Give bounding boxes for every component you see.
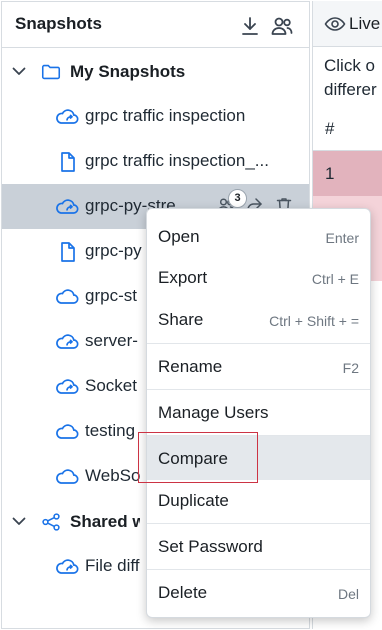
snapshot-label: grpc traffic inspection <box>85 106 246 125</box>
menu-item-manage-users[interactable]: Manage Users <box>147 390 370 435</box>
chevron-down-icon[interactable] <box>10 62 28 80</box>
hint-line: Click o <box>324 56 376 75</box>
menu-item-shortcut: Ctrl + E <box>311 271 359 287</box>
column-header-number: # <box>325 119 335 138</box>
group-label: Shared w <box>70 512 140 531</box>
cloud-share-icon <box>56 559 79 574</box>
eye-icon <box>324 17 346 31</box>
menu-item-set-password[interactable]: Set Password <box>147 524 370 569</box>
menu-item-open[interactable]: Open Enter <box>147 215 370 259</box>
hint-line: differer <box>324 80 377 99</box>
snapshot-label: server- <box>85 331 138 350</box>
menu-item-label: Open <box>158 227 200 246</box>
menu-item-shortcut: Del <box>337 586 359 602</box>
panel-title: Snapshots <box>15 14 102 33</box>
tab-live[interactable]: Live <box>313 1 382 47</box>
file-icon <box>61 152 75 172</box>
snapshot-label: grpc-st <box>85 286 137 305</box>
snapshot-label: grpc traffic inspection_... <box>85 151 269 170</box>
folder-icon <box>41 64 61 80</box>
menu-item-export[interactable]: Export Ctrl + E <box>147 257 370 299</box>
group-my-snapshots[interactable]: My Snapshots <box>2 49 309 94</box>
snapshot-label: testing <box>85 421 136 440</box>
snapshots-panel-header: Snapshots <box>2 2 309 48</box>
snapshot-label: grpc-py <box>85 241 142 260</box>
menu-item-compare[interactable]: Compare <box>147 436 370 480</box>
snapshot-label: File diff <box>85 556 140 575</box>
tab-label: Live <box>349 14 381 33</box>
hint-text: Click o differer <box>324 54 377 102</box>
menu-item-shortcut: Enter <box>325 230 359 246</box>
group-label: My Snapshots <box>70 62 186 81</box>
table-row[interactable]: 1 <box>313 151 382 196</box>
share-nodes-icon <box>42 513 60 531</box>
download-icon[interactable] <box>238 14 262 38</box>
menu-item-shortcut: F2 <box>342 360 359 376</box>
chevron-down-icon[interactable] <box>10 512 28 530</box>
table-header: # <box>313 106 382 151</box>
menu-item-label: Export <box>158 268 208 287</box>
menu-item-duplicate[interactable]: Duplicate <box>147 480 370 523</box>
menu-item-delete[interactable]: Delete Del <box>147 570 370 614</box>
snapshot-item[interactable]: grpc traffic inspection <box>2 94 309 139</box>
menu-item-label: Rename <box>158 357 223 376</box>
cloud-icon <box>56 289 79 304</box>
manage-users-icon[interactable] <box>270 14 294 38</box>
cloud-share-icon <box>56 379 79 394</box>
menu-item-label: Share <box>158 310 204 329</box>
cloud-share-icon <box>56 334 79 349</box>
menu-item-label: Manage Users <box>158 403 269 422</box>
menu-item-label: Delete <box>158 583 208 602</box>
context-menu: Open Enter Export Ctrl + E Share Ctrl + … <box>146 208 371 618</box>
menu-item-label: Duplicate <box>158 491 229 510</box>
file-icon <box>61 242 75 262</box>
menu-item-label: Compare <box>158 449 228 468</box>
menu-item-label: Set Password <box>158 537 263 556</box>
cloud-icon <box>56 424 79 439</box>
cloud-share-icon <box>56 199 79 214</box>
menu-item-shortcut: Ctrl + Shift + = <box>269 313 359 329</box>
snapshot-label: Socket <box>85 376 137 395</box>
snapshot-label: WebSo <box>85 466 141 485</box>
snapshot-item[interactable]: grpc traffic inspection_... <box>2 139 309 184</box>
cloud-share-icon <box>56 109 79 124</box>
cloud-icon <box>56 469 79 484</box>
menu-item-share[interactable]: Share Ctrl + Shift + = <box>147 299 370 341</box>
row-number: 1 <box>325 164 335 183</box>
menu-item-rename[interactable]: Rename F2 <box>147 344 370 389</box>
